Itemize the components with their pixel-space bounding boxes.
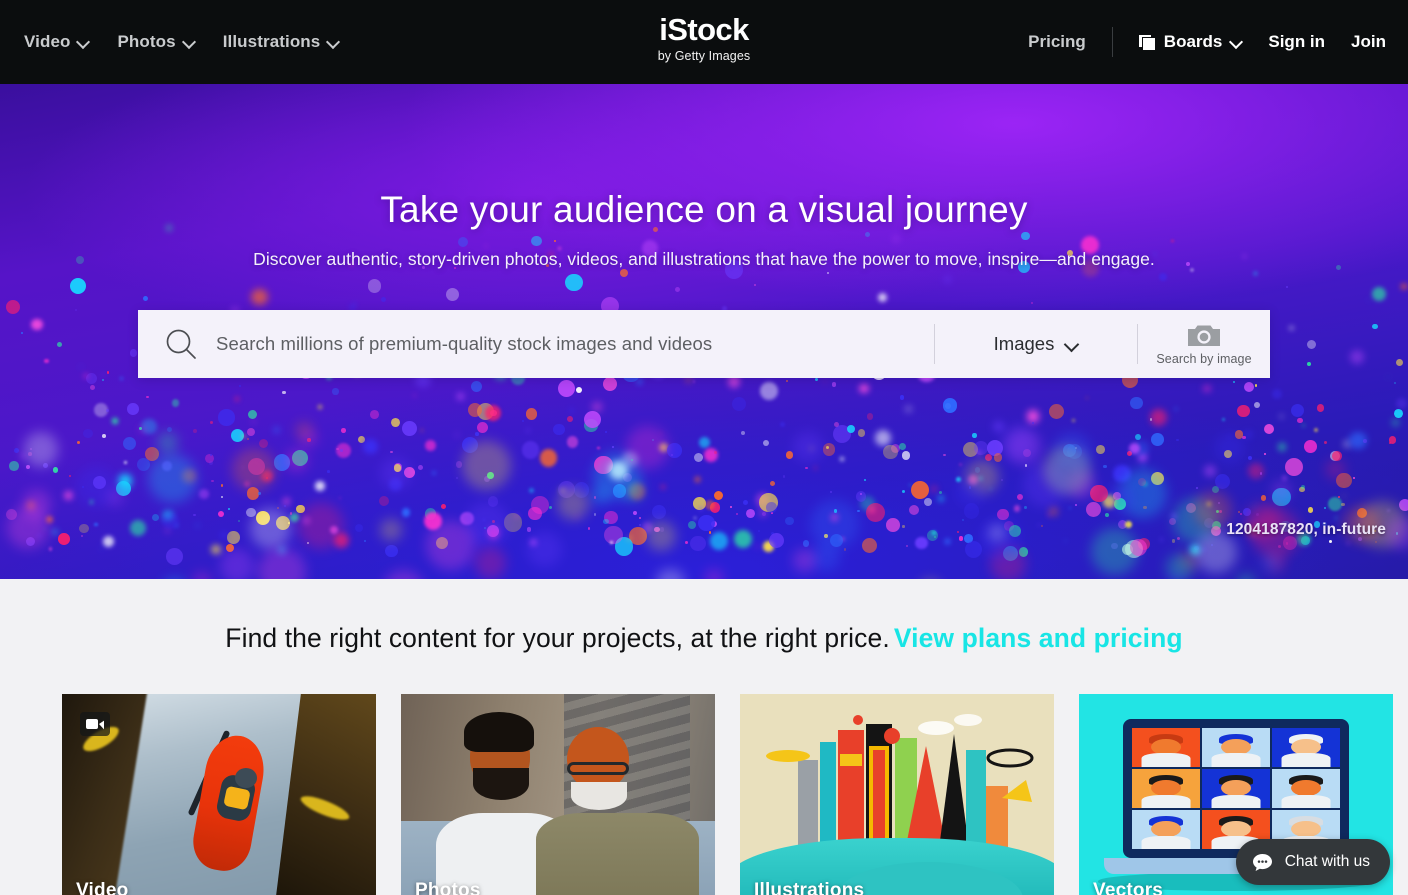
category-card-video[interactable]: Video	[62, 694, 376, 895]
card-label: Photos	[415, 880, 481, 895]
nav-item-label: Photos	[117, 32, 176, 51]
logo-tagline: by Getty Images	[657, 49, 751, 63]
card-art-person-b-beard	[570, 782, 627, 811]
chevron-down-icon	[1230, 36, 1242, 48]
hero-subtitle: Discover authentic, story-driven photos,…	[253, 248, 1155, 269]
site-header: Video Photos Illustrations iStock by Get…	[0, 0, 1408, 84]
card-art-person-a-hair	[463, 712, 534, 753]
video-badge	[80, 712, 110, 736]
camera-icon	[1188, 325, 1220, 346]
category-card-illustrations[interactable]: Illustrations	[740, 694, 1054, 895]
video-grid-cell	[1272, 727, 1341, 767]
card-art-person-a-beard	[473, 767, 530, 800]
chevron-down-icon	[77, 36, 89, 48]
boards-menu[interactable]: Boards	[1138, 32, 1243, 52]
istock-homepage: Video Photos Illustrations iStock by Get…	[0, 0, 1408, 895]
card-art-person-b-sweater	[536, 812, 700, 895]
hero-copy: Take your audience on a visual journey D…	[0, 84, 1408, 270]
card-label: Vectors	[1093, 880, 1164, 895]
image-attribution: 1204187820, in-future	[1226, 521, 1386, 538]
nav-item-video[interactable]: Video	[24, 32, 89, 52]
category-cards: Video Photos Illustrations Vectors	[0, 694, 1408, 895]
chevron-down-icon	[183, 36, 195, 48]
pricing-link[interactable]: Pricing	[1028, 32, 1086, 52]
nav-item-illustrations[interactable]: Illustrations	[223, 32, 340, 52]
search-bar: Search millions of premium-quality stock…	[138, 310, 1270, 378]
card-art-person-b-glasses	[567, 761, 630, 775]
card-art-helmet	[234, 767, 257, 788]
chevron-down-icon	[1065, 338, 1078, 351]
header-divider	[1111, 27, 1113, 57]
video-grid-cell	[1272, 768, 1341, 808]
view-plans-link[interactable]: View plans and pricing	[894, 623, 1183, 653]
join-link[interactable]: Join	[1351, 32, 1386, 52]
search-type-label: Images	[993, 333, 1055, 354]
boards-icon	[1138, 34, 1156, 50]
search-by-image-button[interactable]: Search by image	[1138, 310, 1270, 378]
card-art-video-grid	[1131, 727, 1341, 849]
card-label: Video	[76, 880, 129, 895]
category-card-photos[interactable]: Photos	[401, 694, 715, 895]
boards-label: Boards	[1163, 32, 1223, 51]
search-icon	[166, 329, 196, 359]
search-input[interactable]: Search millions of premium-quality stock…	[216, 333, 712, 355]
video-grid-cell	[1201, 727, 1270, 767]
video-grid-cell	[1131, 727, 1200, 767]
search-input-wrap[interactable]: Search millions of premium-quality stock…	[138, 310, 934, 378]
primary-nav: Video Photos Illustrations	[0, 32, 339, 52]
header-actions: Pricing Boards Sign in Join	[1028, 27, 1408, 57]
search-type-select[interactable]: Images	[935, 310, 1137, 378]
video-grid-cell	[1131, 768, 1200, 808]
nav-item-photos[interactable]: Photos	[117, 32, 194, 52]
chat-bubble-icon	[1252, 853, 1272, 871]
search-by-image-label: Search by image	[1156, 352, 1252, 366]
nav-item-label: Video	[24, 32, 71, 51]
hero-title: Take your audience on a visual journey	[380, 189, 1028, 230]
sign-in-link[interactable]: Sign in	[1268, 32, 1325, 52]
section-heading: Find the right content for your projects…	[0, 579, 1408, 654]
nav-item-label: Illustrations	[222, 32, 321, 51]
content-section: Find the right content for your projects…	[0, 579, 1408, 895]
chevron-down-icon	[327, 36, 339, 48]
video-camera-icon	[86, 719, 104, 730]
card-label: Illustrations	[754, 880, 865, 895]
chat-widget-label: Chat with us	[1284, 853, 1370, 870]
card-art-laptop	[1122, 718, 1350, 858]
section-heading-text: Find the right content for your projects…	[225, 623, 890, 653]
chat-widget-button[interactable]: Chat with us	[1235, 839, 1390, 885]
video-grid-cell	[1201, 768, 1270, 808]
logo-wordmark: iStock	[659, 12, 749, 47]
video-grid-cell	[1131, 809, 1200, 849]
